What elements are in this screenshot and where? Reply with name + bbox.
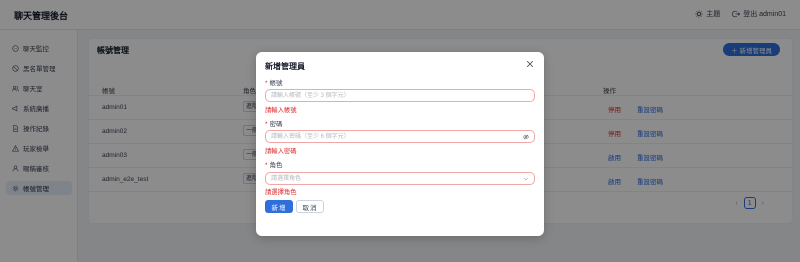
eye-off-icon[interactable]	[523, 134, 529, 140]
role-error: 請選擇角色	[265, 189, 297, 196]
submit-button[interactable]: 新增	[265, 200, 293, 213]
password-label-text: 密碼	[269, 121, 283, 128]
required-mark: *	[265, 80, 268, 87]
role-label-text: 角色	[269, 162, 283, 169]
role-placeholder: 請選擇角色	[271, 176, 302, 182]
chevron-down-icon	[523, 177, 529, 181]
password-placeholder: 請輸入密碼（至少 6 個字元）	[271, 134, 350, 140]
password-field[interactable]: 請輸入密碼（至少 6 個字元）	[265, 130, 535, 143]
password-label: * 密碼	[265, 118, 283, 128]
username-field[interactable]: 請輸入帳號（至少 3 個字元）	[265, 89, 535, 102]
username-label: * 帳號	[265, 77, 283, 87]
role-select-field[interactable]: 請選擇角色	[265, 172, 535, 185]
dialog-title: 新增管理員	[265, 62, 305, 71]
close-icon[interactable]	[526, 60, 534, 68]
username-error: 請輸入帳號	[265, 107, 297, 114]
required-mark: *	[265, 162, 268, 169]
password-error: 請輸入密碼	[265, 148, 297, 155]
required-mark: *	[265, 121, 268, 128]
username-label-text: 帳號	[269, 80, 283, 87]
cancel-button[interactable]: 取消	[296, 200, 324, 213]
add-admin-dialog: 新增管理員 * 帳號 請輸入帳號（至少 3 個字元） 請輸入帳號 * 密碼 請輸入密…	[256, 52, 544, 236]
role-label: * 角色	[265, 159, 283, 169]
